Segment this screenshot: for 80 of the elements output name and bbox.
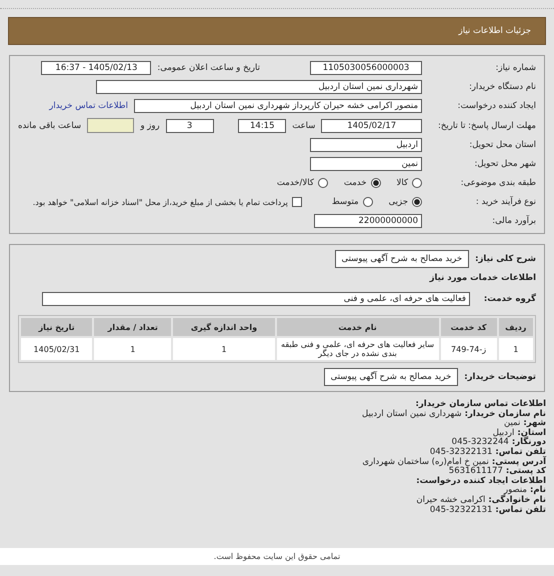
field-label: ساعت — [292, 120, 316, 130]
radio-button[interactable] — [412, 197, 422, 207]
contact-value: 045-3232244 — [452, 438, 509, 448]
time-field[interactable]: 14:15 — [238, 118, 286, 132]
field-label: روز و — [140, 120, 160, 130]
field-label: برآورد مالی: — [491, 216, 536, 226]
footer-text: تمامی حقوق این سایت محفوظ است. — [214, 552, 340, 561]
contact-label: کد پستی: — [506, 467, 546, 476]
contact-label: نام سازمان خریدار: — [464, 410, 546, 420]
radio-label: متوسط — [332, 197, 359, 207]
radio-label: خدمت — [344, 178, 367, 188]
contact-value: 5631611177 — [448, 467, 503, 476]
column-header: نام خدمت — [276, 318, 439, 336]
date-field[interactable]: 1405/02/17 — [321, 118, 422, 132]
field-label: ایجاد کننده درخواست: — [456, 101, 536, 111]
column-header: تعداد / مقدار — [94, 318, 172, 336]
table-cell: 1 — [498, 338, 533, 360]
field-label: نام دستگاه خریدار: — [468, 82, 536, 92]
radio-button[interactable] — [362, 197, 373, 207]
text-field[interactable]: 1405/02/13 - 16:37 — [41, 61, 152, 75]
contact-value: 045-32322131 — [430, 506, 492, 516]
text-field[interactable]: خرید مصالح به شرح آگهی پیوستی — [324, 368, 458, 386]
contact-label: تلفن تماس: — [495, 448, 546, 457]
contact-value: منصور — [504, 486, 527, 496]
days-field: 3 — [166, 118, 214, 132]
column-header: ردیف — [498, 318, 533, 336]
table-cell: 1405/02/31 — [21, 338, 92, 360]
section-title: اطلاعات ایجاد کننده درخواست: — [416, 476, 546, 486]
radio-button[interactable] — [412, 178, 422, 188]
text-field[interactable]: فعالیت های حرفه ای، علمی و فنی — [42, 292, 470, 306]
header-bar: جزئیات اطلاعات نیاز — [8, 17, 546, 45]
contact-value: نمین — [504, 419, 520, 428]
table-cell: ز-74-749 — [440, 338, 497, 360]
text-field[interactable]: 22000000000 — [314, 214, 422, 228]
radio-label: کالا/خدمت — [276, 178, 314, 188]
field-label: توضیحات خریدار: — [464, 372, 536, 382]
section-title: اطلاعات تماس سازمان خریدار: — [416, 400, 546, 410]
contact-label: نام خانوادگی: — [488, 496, 546, 506]
text-field[interactable]: منصور اکرامی خشه حیران کارپرداز شهرداری نمین استان اردبیل — [134, 99, 422, 113]
text-field[interactable]: 1105030056000003 — [310, 61, 422, 75]
field-label: شهر محل تحویل: — [473, 159, 536, 169]
text-field[interactable]: نمین — [310, 157, 422, 171]
table-cell: 1 — [94, 338, 172, 360]
contact-label: نام: — [530, 486, 546, 496]
contact-value: نمین خ امام(ره) ساختمان شهرداری — [362, 458, 489, 467]
contact-value: 045-32322131 — [430, 448, 492, 458]
table-cell: سایر فعالیت های حرفه ای، علمی و فنی طبقه بندی نشده در جای دیگر — [276, 338, 439, 360]
contact-label: آدرس پستی: — [492, 458, 546, 467]
contact-label: تلفن تماس: — [495, 506, 546, 516]
section-title: اطلاعات خدمات مورد نیاز — [430, 273, 536, 283]
contact-label: دورنگار: — [512, 438, 546, 448]
field-label: نوع فرآیند خرید : — [474, 197, 536, 207]
radio-button[interactable] — [318, 178, 328, 188]
contact-link[interactable]: اطلاعات تماس خریدار — [49, 101, 128, 111]
text-field[interactable]: خرید مصالح به شرح آگهی پیوستی — [334, 250, 470, 268]
contact-value: اکرامی خشه حیران — [416, 496, 486, 506]
contact-value: اردبیل — [492, 428, 514, 438]
field-label: شماره نیاز: — [494, 63, 536, 73]
field-label: تاریخ و ساعت اعلان عمومی: — [157, 63, 260, 73]
table-cell: 1 — [173, 338, 275, 360]
checkbox[interactable] — [292, 197, 302, 207]
remaining-field — [87, 118, 134, 133]
text-field[interactable]: شهرداری نمین استان اردبیل — [96, 80, 422, 94]
radio-button[interactable] — [370, 178, 381, 188]
radio-label: جزیی — [388, 197, 408, 207]
field-label: گروه خدمت: — [482, 294, 536, 304]
column-header: کد خدمت — [440, 318, 497, 336]
column-header: تاریخ نیاز — [21, 318, 92, 336]
field-label: مهلت ارسال پاسخ: تا تاریخ: — [437, 120, 536, 130]
column-header: واحد اندازه گیری — [173, 318, 275, 336]
contact-value: شهرداری نمین استان اردبیل — [362, 410, 462, 420]
field-label: استان محل تحویل: — [468, 140, 536, 150]
radio-label: کالا — [396, 178, 408, 188]
contact-label: استان: — [517, 428, 546, 438]
contact-label: شهر: — [523, 419, 546, 428]
field-label: طبقه بندی موضوعی: — [460, 178, 536, 188]
text-field[interactable]: اردبیل — [310, 138, 422, 152]
field-label: شرح کلی نیاز: — [475, 254, 536, 264]
field-label: ساعت باقی مانده — [18, 120, 82, 130]
checkbox-label: پرداخت تمام یا بخشی از مبلغ خرید،از محل "اسناد خزانه اسلامی" خواهد بود. — [32, 198, 288, 206]
